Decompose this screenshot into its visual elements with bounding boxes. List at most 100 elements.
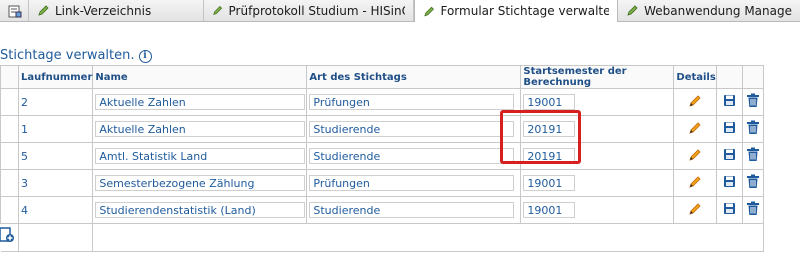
add-document-icon[interactable] xyxy=(0,227,15,246)
row-select-cell[interactable] xyxy=(0,88,19,116)
header-delete xyxy=(741,65,764,89)
name-field[interactable]: Aktuelle Zahlen xyxy=(95,121,306,137)
name-field[interactable]: Semesterbezogene Zählung xyxy=(95,175,306,191)
trash-icon[interactable] xyxy=(746,93,760,111)
laufnummer-value: 5 xyxy=(21,149,28,163)
art-field[interactable]: Prüfungen xyxy=(309,175,515,191)
laufnummer-value: 2 xyxy=(21,95,28,109)
footer-spacer xyxy=(17,223,94,252)
startsemester-cell: 20191 xyxy=(520,142,675,170)
edit-pencil-icon[interactable] xyxy=(688,148,702,165)
footer-empty xyxy=(92,223,764,252)
tab-label: Formular Stichtage verwalten xyxy=(440,4,610,18)
trash-icon[interactable] xyxy=(746,201,760,219)
header-name[interactable]: Name xyxy=(92,65,308,89)
startsemester-cell: 20191 xyxy=(520,115,675,143)
edit-pencil-icon[interactable] xyxy=(688,175,702,192)
art-cell: Studierende xyxy=(306,196,522,224)
startsemester-field[interactable]: 20191 xyxy=(523,121,576,137)
name-cell: Studierendenstatistik (Land) xyxy=(92,196,308,224)
page-title: Stichtage verwalten. i xyxy=(0,48,152,63)
save-cell xyxy=(715,196,743,224)
edit-pencil-icon[interactable] xyxy=(688,94,702,111)
details-cell xyxy=(673,115,717,143)
art-field[interactable]: Studierende xyxy=(309,202,515,218)
laufnummer-cell: 3 xyxy=(17,169,94,197)
trash-icon[interactable] xyxy=(746,147,760,165)
save-cell xyxy=(715,142,743,170)
tab-menu[interactable] xyxy=(0,0,29,21)
art-cell: Prüfungen xyxy=(306,88,522,116)
startsemester-field[interactable]: 19001 xyxy=(523,94,576,110)
save-disk-icon[interactable] xyxy=(723,148,736,164)
save-disk-icon[interactable] xyxy=(723,175,736,191)
save-cell xyxy=(715,169,743,197)
details-cell xyxy=(673,169,717,197)
laufnummer-cell: 2 xyxy=(17,88,94,116)
table-footer-row xyxy=(0,223,764,252)
name-cell: Aktuelle Zahlen xyxy=(92,88,308,116)
row-select-cell[interactable] xyxy=(0,169,19,197)
row-select-cell[interactable] xyxy=(0,115,19,143)
laufnummer-cell: 5 xyxy=(17,142,94,170)
startsemester-cell: 19001 xyxy=(520,196,675,224)
delete-cell xyxy=(741,196,764,224)
tab-label: Link-Verzeichnis xyxy=(55,3,152,18)
trash-icon[interactable] xyxy=(746,120,760,138)
tab-bar: Link-Verzeichnis Prüfprotokoll Studium -… xyxy=(0,0,800,22)
art-cell: Studierende xyxy=(306,115,522,143)
save-disk-icon[interactable] xyxy=(723,121,736,137)
startsemester-field[interactable]: 19001 xyxy=(523,175,576,191)
art-field[interactable]: Prüfungen xyxy=(309,94,515,110)
table-row: 1 Aktuelle Zahlen Studierende 20191 xyxy=(0,115,764,143)
tab-webanwendung[interactable]: Webanwendung Manage xyxy=(618,0,800,21)
info-icon[interactable]: i xyxy=(138,50,152,63)
details-cell xyxy=(673,196,717,224)
tab-link-verzeichnis[interactable]: Link-Verzeichnis xyxy=(29,0,205,21)
name-field[interactable]: Studierendenstatistik (Land) xyxy=(95,202,306,218)
details-cell xyxy=(673,88,717,116)
header-select xyxy=(0,65,19,89)
trash-icon[interactable] xyxy=(746,174,760,192)
header-details: Details xyxy=(673,65,717,89)
row-select-cell[interactable] xyxy=(0,196,19,224)
pencil-icon xyxy=(627,5,638,16)
header-laufnummer[interactable]: Laufnummer xyxy=(17,65,94,89)
tab-stichtage[interactable]: Formular Stichtage verwalten xyxy=(414,0,619,22)
startsemester-field[interactable]: 19001 xyxy=(523,202,576,218)
table-row: 3 Semesterbezogene Zählung Prüfungen 19001 xyxy=(0,169,764,197)
stichtage-table: Laufnummer Name Art des Stichtags Starts… xyxy=(0,65,764,252)
pencil-icon xyxy=(38,5,49,16)
edit-pencil-icon[interactable] xyxy=(688,121,702,138)
delete-cell xyxy=(741,88,764,116)
table-header-row: Laufnummer Name Art des Stichtags Starts… xyxy=(0,65,764,89)
name-field[interactable]: Aktuelle Zahlen xyxy=(95,94,306,110)
save-disk-icon[interactable] xyxy=(723,94,736,110)
header-startsemester[interactable]: Startsemester der Berechnung xyxy=(520,65,675,89)
name-cell: Aktuelle Zahlen xyxy=(92,115,308,143)
name-field[interactable]: Amtl. Statistik Land xyxy=(95,148,306,164)
startsemester-cell: 19001 xyxy=(520,169,675,197)
edit-pencil-icon[interactable] xyxy=(688,202,702,219)
art-cell: Prüfungen xyxy=(306,169,522,197)
laufnummer-value: 3 xyxy=(21,176,28,190)
laufnummer-cell: 1 xyxy=(17,115,94,143)
save-disk-icon[interactable] xyxy=(723,202,736,218)
art-field[interactable]: Studierende xyxy=(309,121,515,137)
tab-label: Webanwendung Manage xyxy=(644,3,792,18)
header-art[interactable]: Art des Stichtags xyxy=(306,65,522,89)
delete-cell xyxy=(741,142,764,170)
startsemester-field[interactable]: 20191 xyxy=(523,148,576,164)
pencil-icon xyxy=(213,6,223,15)
delete-cell xyxy=(741,169,764,197)
table-row: 4 Studierendenstatistik (Land) Studierende… xyxy=(0,196,764,224)
delete-cell xyxy=(741,115,764,143)
document-list-icon xyxy=(8,5,22,17)
row-select-cell[interactable] xyxy=(0,142,19,170)
art-field[interactable]: Studierende xyxy=(309,148,515,164)
details-cell xyxy=(673,142,717,170)
tab-pruefprotokoll[interactable]: Prüfprotokoll Studium - HISinOn... xyxy=(204,0,415,21)
tab-label: Prüfprotokoll Studium - HISinOn... xyxy=(228,3,406,18)
name-cell: Amtl. Statistik Land xyxy=(92,142,308,170)
laufnummer-cell: 4 xyxy=(17,196,94,224)
